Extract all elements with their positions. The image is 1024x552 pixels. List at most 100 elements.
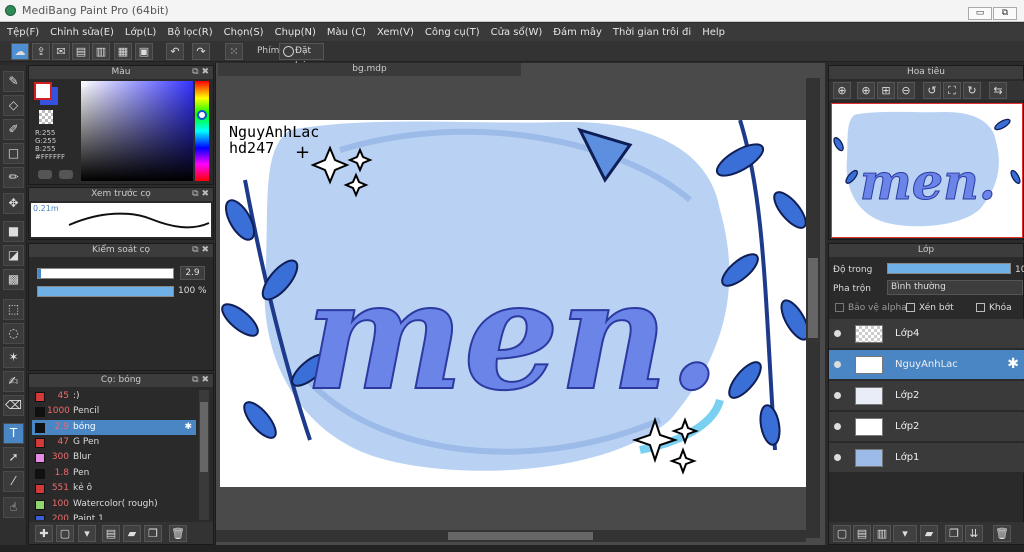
folder-icon[interactable]: ▰ — [123, 525, 141, 542]
brush-item[interactable]: 45:) — [32, 389, 196, 404]
brush-opacity-slider[interactable] — [37, 286, 174, 297]
add-color-button[interactable] — [38, 170, 52, 179]
menu-snap[interactable]: Chụp(N) — [275, 27, 316, 38]
flip-icon[interactable]: ⇆ — [989, 82, 1007, 99]
menu-window[interactable]: Cửa sổ(W) — [491, 27, 543, 38]
horizontal-scrollbar[interactable] — [216, 530, 806, 542]
hue-slider-handle[interactable] — [197, 110, 207, 120]
zoom-actual-icon[interactable]: ⊞ — [877, 82, 895, 99]
menu-tools[interactable]: Công cụ(T) — [425, 27, 480, 38]
visibility-icon[interactable] — [834, 392, 841, 399]
fill-rect-tool-icon[interactable]: ■ — [3, 221, 24, 242]
magic-wand-tool-icon[interactable]: ✶ — [3, 347, 24, 368]
brush-item[interactable]: 1.8 Pen — [32, 466, 196, 481]
new-brush-icon[interactable]: ▢ — [56, 525, 74, 542]
layer-row[interactable]: Lớp2 — [829, 412, 1024, 442]
blend-mode-select[interactable]: Bình thường — [887, 280, 1023, 295]
rotate-left-icon[interactable]: ↺ — [923, 82, 941, 99]
brush-list-scrollbar[interactable] — [199, 390, 209, 520]
deselect-icon[interactable]: ⁙ — [225, 43, 243, 60]
undo-icon[interactable]: ↶ — [166, 43, 184, 60]
new-halftone-layer-icon[interactable]: ▤ — [853, 525, 871, 542]
duplicate-brush-icon[interactable]: ❐ — [144, 525, 162, 542]
new-8bit-layer-icon[interactable]: ▥ — [873, 525, 891, 542]
layer-row[interactable]: Lớp4 — [829, 319, 1024, 349]
layout-icon[interactable]: ▣ — [135, 43, 153, 60]
layer-row[interactable]: Lớp1 — [829, 443, 1024, 473]
brush-size-slider[interactable] — [37, 268, 174, 279]
minimize-button[interactable]: ▭ — [968, 7, 992, 20]
brush-item[interactable]: 200 Paint 1 — [32, 512, 196, 520]
share-icon[interactable]: ⇪ — [32, 43, 50, 60]
panel-close-icon[interactable]: ⧉ ✖ — [192, 188, 209, 201]
menu-cloud[interactable]: Đám mây — [553, 27, 602, 38]
eyedropper-tool-icon[interactable]: ⁄ — [3, 471, 24, 492]
zoom-fit-icon[interactable]: ⊕ — [833, 82, 851, 99]
visibility-icon[interactable] — [834, 330, 841, 337]
menu-help[interactable]: Help — [702, 27, 725, 38]
cloud-icon[interactable]: ☁ — [11, 43, 29, 60]
grid-icon[interactable]: ▦ — [114, 43, 132, 60]
trash-icon[interactable]: 🗑 — [169, 525, 187, 542]
brush-item[interactable]: 300 Blur — [32, 450, 196, 465]
visibility-icon[interactable] — [834, 423, 841, 430]
zoom-in-icon[interactable]: ⊕ — [857, 82, 875, 99]
visibility-icon[interactable] — [834, 454, 841, 461]
scrollbar-thumb[interactable] — [808, 258, 818, 338]
menu-timelapse[interactable]: Thời gian trôi đi — [613, 27, 691, 38]
layer-menu-icon[interactable]: ▾ — [893, 525, 917, 542]
color-picker-cursor[interactable] — [81, 81, 87, 87]
panel-close-icon[interactable]: ⧉ ✖ — [192, 374, 209, 387]
brush-item[interactable]: 100 Watercolor( rough) — [32, 497, 196, 512]
brush-item[interactable]: 1000 Pencil — [32, 404, 196, 419]
document-tab[interactable]: bg.mdp — [218, 63, 521, 76]
foreground-color-swatch[interactable] — [34, 82, 52, 100]
zoom-out-icon[interactable]: ⊖ — [897, 82, 915, 99]
hand-tool-icon[interactable]: ☝ — [3, 497, 24, 518]
panel-close-icon[interactable]: ⧉ ✖ — [192, 244, 209, 257]
eyedrop-color-button[interactable] — [59, 170, 73, 179]
protect-alpha-checkbox[interactable] — [835, 303, 844, 312]
brush-item-selected[interactable]: 2.9 bóng ✱ — [32, 420, 196, 435]
save-brush-icon[interactable]: ▤ — [102, 525, 120, 542]
merge-layer-icon[interactable]: ⇊ — [965, 525, 983, 542]
duplicate-layer-icon[interactable]: ❐ — [945, 525, 963, 542]
redo-icon[interactable]: ↷ — [192, 43, 210, 60]
menu-select[interactable]: Chọn(S) — [224, 27, 264, 38]
menu-view[interactable]: Xem(V) — [377, 27, 414, 38]
menu-file[interactable]: Tệp(F) — [7, 27, 39, 38]
brush-size-value[interactable]: 2.9 — [180, 266, 205, 280]
rotate-right-icon[interactable]: ↻ — [963, 82, 981, 99]
gradient-tool-icon[interactable]: ▩ — [3, 269, 24, 290]
delete-layer-trash-icon[interactable]: 🗑 — [993, 525, 1011, 542]
hue-slider[interactable] — [195, 81, 209, 181]
dot-tool-icon[interactable]: ✐ — [3, 119, 24, 140]
comment-icon[interactable]: ✉ — [52, 43, 70, 60]
eraser-tool-icon[interactable]: ◇ — [3, 95, 24, 116]
page-icon[interactable]: ▤ — [72, 43, 90, 60]
layer-opacity-slider[interactable] — [887, 263, 1011, 274]
new-layer-icon[interactable]: ▢ — [833, 525, 851, 542]
move-tool-icon[interactable]: ✥ — [3, 193, 24, 214]
maximize-button[interactable]: ⧉ — [993, 7, 1017, 20]
navigator-thumbnail[interactable]: men. — [831, 103, 1023, 238]
canvas-area[interactable]: bg.mdp men. + NguyAnhLac hd247 — [215, 63, 825, 545]
reset-button[interactable]: Đặt lại — [279, 43, 324, 71]
clipping-checkbox[interactable] — [906, 303, 915, 312]
panel-close-icon[interactable]: ⧉ ✖ — [192, 66, 209, 79]
layer-folder-icon[interactable]: ▰ — [920, 525, 938, 542]
layer-row[interactable]: Lớp2 — [829, 381, 1024, 411]
brush-item[interactable]: 47 G Pen — [32, 435, 196, 450]
scrollbar-thumb[interactable] — [200, 402, 208, 472]
select-rect-tool-icon[interactable]: ⬚ — [3, 299, 24, 320]
fit-screen-icon[interactable]: ⛶ — [943, 82, 961, 99]
select-eraser-tool-icon[interactable]: ⌫ — [3, 395, 24, 416]
brush-tool-icon[interactable]: ✎ — [3, 71, 24, 92]
vertical-scrollbar[interactable] — [806, 78, 820, 538]
brush-settings-gear-icon[interactable]: ✱ — [184, 420, 192, 435]
operation-tool-icon[interactable]: ➚ — [3, 447, 24, 468]
menu-edit[interactable]: Chỉnh sửa(E) — [50, 27, 114, 38]
lock-checkbox[interactable] — [976, 303, 985, 312]
select-pen-tool-icon[interactable]: ✍ — [3, 371, 24, 392]
text-tool-icon[interactable]: T — [3, 423, 24, 444]
